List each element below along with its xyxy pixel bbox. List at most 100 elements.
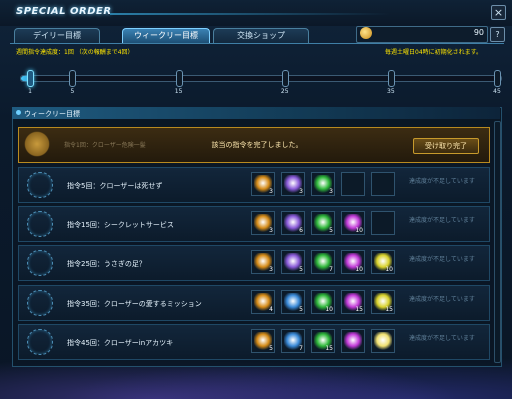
reward-slot[interactable]: 7: [281, 329, 305, 353]
insufficient-progress-text: 達成度が不足しています: [409, 217, 475, 224]
milestone-marker: [387, 70, 395, 87]
reward-count: 15: [385, 306, 393, 313]
order-row: 指令45回：クローザーinアカツキ 5 7 15 達成度が不足しています: [18, 324, 490, 360]
milestone-label: 25: [280, 88, 289, 95]
insufficient-progress-text: 達成度が不足しています: [409, 256, 475, 263]
medal-icon: [27, 211, 53, 237]
reward-slot[interactable]: 5: [251, 329, 275, 353]
milestone-label: 45: [493, 88, 501, 95]
section-title: ウィークリー目標: [24, 110, 80, 118]
reward-slots: 3 5 7 10 10: [251, 250, 401, 276]
order-label: 指令35回：クローザーの愛するミッション: [67, 300, 202, 308]
order-row: 指令35回：クローザーの愛するミッション 4 5 10 15 15 達成度が不足しています: [18, 285, 490, 321]
reward-count: 5: [329, 227, 333, 234]
reward-slot[interactable]: 3: [251, 211, 275, 235]
reward-slot[interactable]: 15: [311, 329, 335, 353]
tab-daily[interactable]: デイリー目標: [14, 28, 100, 43]
reward-count: 3: [269, 227, 273, 234]
reward-count: 6: [299, 227, 303, 234]
progress-track: [20, 75, 502, 82]
reward-count: 15: [355, 306, 363, 313]
reward-count: 10: [385, 266, 393, 273]
empty-reward-slot: [371, 172, 395, 196]
order-label: 指令25回：うさぎの足？: [67, 260, 146, 268]
completed-order-label: 指令1回：クローザー危険一髪: [64, 142, 146, 149]
reward-count: 15: [325, 345, 333, 352]
close-button[interactable]: ×: [491, 5, 506, 20]
tab-weekly[interactable]: ウィークリー目標: [122, 28, 210, 43]
order-label: 指令5回：クローザーは死せず: [67, 182, 163, 190]
reward-count: 5: [269, 345, 273, 352]
reward-slot[interactable]: 15: [371, 290, 395, 314]
tab-underline: [10, 43, 504, 44]
order-row: 指令5回：クローザーは死せず 3 3 3 達成度が不足しています: [18, 167, 490, 203]
scrollbar[interactable]: [494, 121, 501, 363]
medal-icon: [27, 172, 53, 198]
milestone-label: 1: [28, 88, 32, 95]
milestone-marker: [175, 70, 183, 87]
gold-medal-icon: [22, 129, 52, 159]
reward-slot[interactable]: 6: [281, 211, 305, 235]
reward-slot[interactable]: 15: [341, 290, 365, 314]
reward-count: 3: [269, 188, 273, 195]
reward-slot[interactable]: 10: [341, 250, 365, 274]
milestone-label: 5: [70, 88, 75, 95]
purple-burst-icon: [344, 332, 362, 350]
milestone-label: 35: [387, 88, 395, 95]
empty-reward-slot: [371, 211, 395, 235]
reward-slots: 3 6 5 10: [251, 211, 401, 237]
milestone-marker: [281, 70, 289, 87]
reward-count: 4: [269, 306, 273, 313]
completed-message: 該当の指令を完了しました。: [211, 141, 303, 149]
reward-slot[interactable]: 10: [311, 290, 335, 314]
medal-icon: [27, 329, 53, 355]
tab-exchange-shop[interactable]: 交換ショップ: [213, 28, 309, 43]
reward-slot[interactable]: 3: [311, 172, 335, 196]
reward-slot[interactable]: 3: [251, 172, 275, 196]
reward-count: 7: [329, 266, 333, 273]
help-button[interactable]: ?: [490, 27, 505, 42]
reward-count: 7: [299, 345, 303, 352]
reward-count: 3: [299, 188, 303, 195]
white-burst-icon: [374, 332, 392, 350]
reward-slot[interactable]: 10: [371, 250, 395, 274]
special-order-window: SPECIAL ORDER × デイリー目標 ウィークリー目標 交換ショップ 9…: [0, 0, 512, 399]
reward-count: 5: [299, 306, 303, 313]
reward-slot[interactable]: 5: [281, 290, 305, 314]
insufficient-progress-text: 達成度が不足しています: [409, 335, 475, 342]
reward-count: 5: [299, 266, 303, 273]
reward-slot[interactable]: 7: [311, 250, 335, 274]
milestone-label: 15: [174, 88, 183, 95]
reward-slot[interactable]: 3: [251, 250, 275, 274]
reward-count: 10: [355, 227, 363, 234]
order-row: 指令25回：うさぎの足？ 3 5 7 10 10 達成度が不足しています: [18, 245, 490, 281]
reward-slot[interactable]: [371, 329, 395, 353]
received-button[interactable]: 受け取り完了: [413, 138, 479, 154]
reward-slot[interactable]: 10: [341, 211, 365, 235]
reward-count: 10: [325, 306, 333, 313]
coin-icon: [360, 27, 372, 39]
milestone-marker: [27, 70, 34, 87]
reward-slots: 3 3 3: [251, 172, 401, 198]
milestone-marker: [69, 70, 77, 87]
reward-slot[interactable]: 3: [281, 172, 305, 196]
title-underline: [110, 13, 390, 15]
medal-icon: [27, 290, 53, 316]
reward-slot[interactable]: [341, 329, 365, 353]
insufficient-progress-text: 達成度が不足しています: [409, 296, 475, 303]
reward-slot[interactable]: 5: [281, 250, 305, 274]
reset-notice: 毎週土曜日04時に初期化されます。: [385, 49, 483, 56]
reward-slot[interactable]: 4: [251, 290, 275, 314]
window-title: SPECIAL ORDER: [16, 6, 112, 17]
currency-value: 90: [473, 28, 484, 37]
weekly-progress-text: 週間指令達成度：1回 （次の報酬まで4回）: [16, 49, 134, 56]
empty-reward-slot: [341, 172, 365, 196]
reward-slot[interactable]: 5: [311, 211, 335, 235]
insufficient-progress-text: 達成度が不足しています: [409, 178, 475, 185]
order-label: 指令15回：シークレットサービス: [67, 221, 174, 229]
reward-count: 3: [329, 188, 333, 195]
reward-count: 3: [269, 266, 273, 273]
order-label: 指令45回：クローザーinアカツキ: [67, 339, 174, 347]
reward-slots: 5 7 15: [251, 329, 401, 355]
reward-count: 10: [355, 266, 363, 273]
